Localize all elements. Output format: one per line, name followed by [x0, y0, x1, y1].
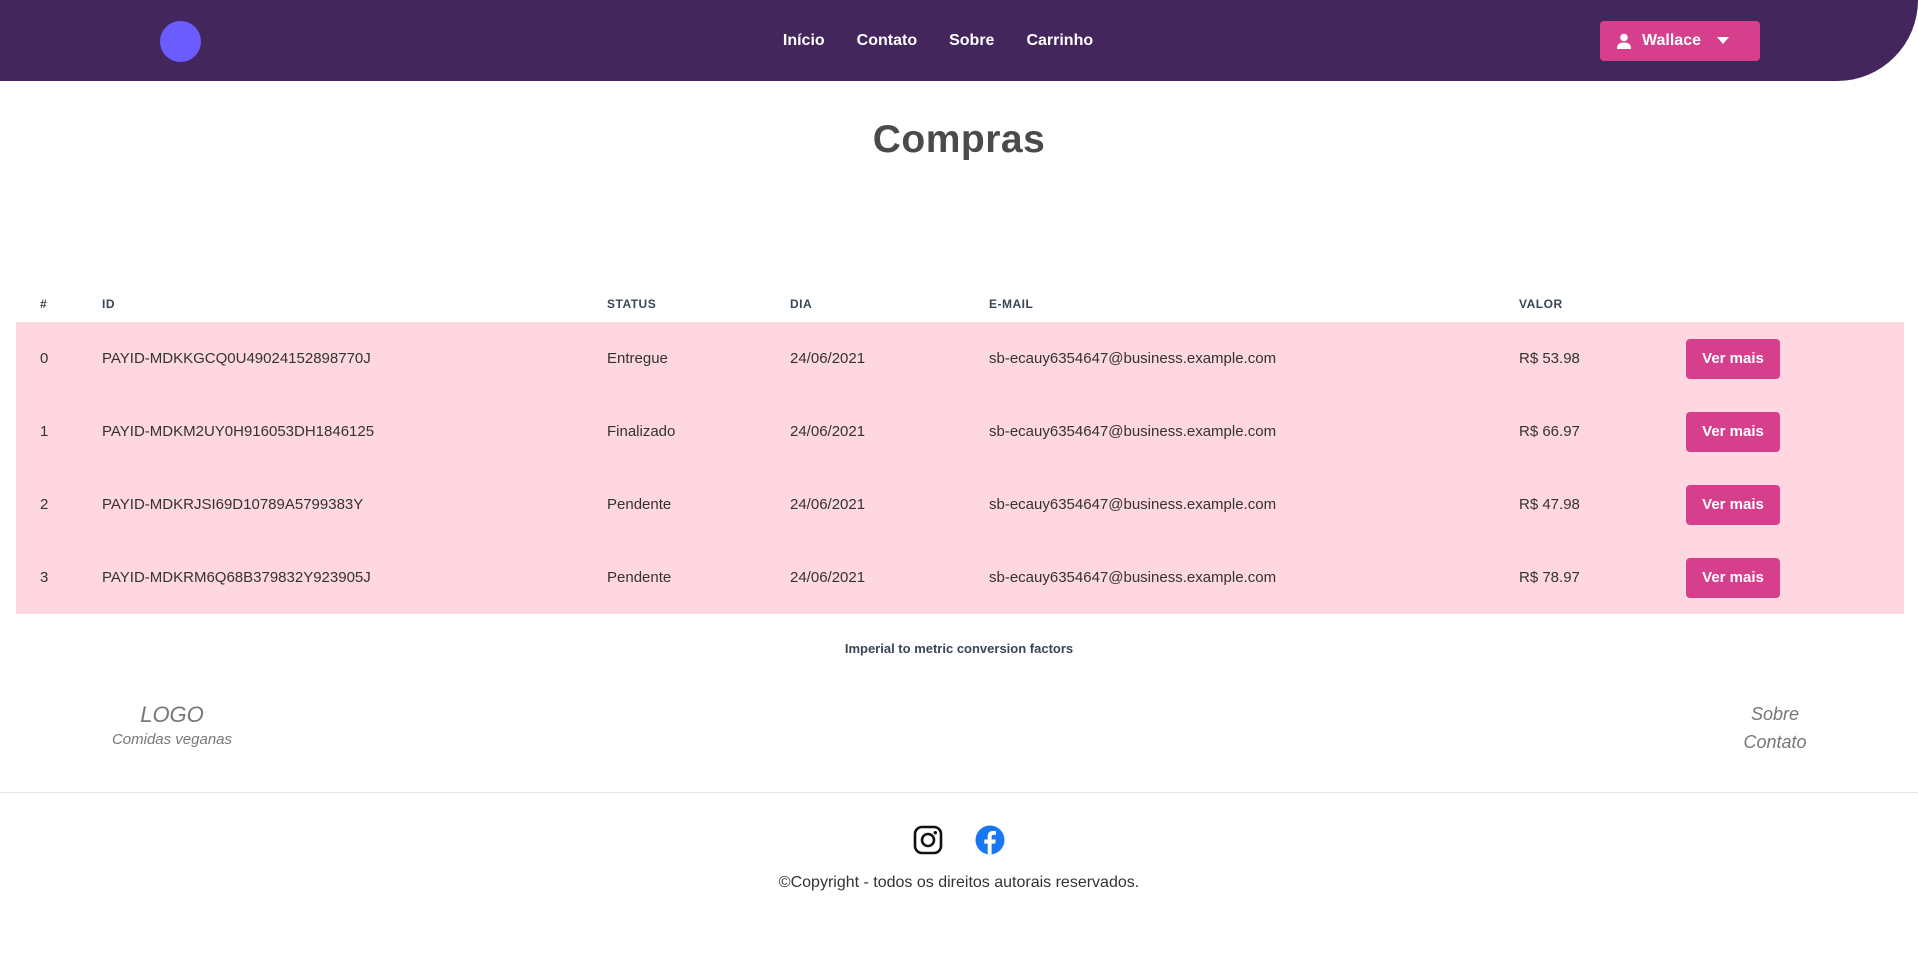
instagram-icon[interactable] — [913, 825, 943, 855]
cell-id: PAYID-MDKRM6Q68B379832Y923905J — [102, 569, 371, 586]
chevron-down-icon — [1717, 37, 1729, 45]
table-header-row: # ID STATUS DIA E-MAIL VALOR — [16, 286, 1904, 322]
table-row: 0 PAYID-MDKKGCQ0U49024152898770J Entregu… — [16, 322, 1904, 395]
cell-email: sb-ecauy6354647@business.example.com — [989, 350, 1277, 367]
ver-mais-button[interactable]: Ver mais — [1686, 411, 1780, 452]
cell-email: sb-ecauy6354647@business.example.com — [989, 423, 1277, 440]
cell-dia: 24/06/2021 — [790, 569, 866, 586]
copyright-text: ©Copyright - todos os direitos autorais … — [778, 874, 1140, 891]
cell-action: Ver mais — [1686, 322, 1904, 395]
cell-valor: R$ 78.97 — [1519, 569, 1580, 586]
column-header-id: ID — [102, 297, 115, 311]
footer-tagline: Comidas veganas — [111, 731, 233, 748]
column-header-valor: VALOR — [1519, 297, 1563, 311]
column-header-action — [1686, 286, 1904, 322]
facebook-icon[interactable] — [975, 825, 1005, 855]
cell-valor: R$ 47.98 — [1519, 496, 1580, 513]
footer-divider — [0, 792, 1918, 793]
column-header-status: STATUS — [607, 297, 657, 311]
cell-id: PAYID-MDKRJSI69D10789A5799383Y — [102, 496, 364, 513]
footer-brand: LOGO Comidas veganas — [92, 702, 252, 748]
cell-dia: 24/06/2021 — [790, 350, 866, 367]
table-row: 2 PAYID-MDKRJSI69D10789A5799383Y Pendent… — [16, 468, 1904, 541]
site-header: Início Contato Sobre Carrinho Wallace — [0, 0, 1918, 81]
cell-num: 3 — [40, 569, 49, 586]
footer-link-contato[interactable]: Contato — [1700, 728, 1850, 756]
cell-email: sb-ecauy6354647@business.example.com — [989, 496, 1277, 513]
user-icon — [1616, 33, 1632, 49]
column-header-num: # — [40, 297, 48, 311]
nav-link-carrinho[interactable]: Carrinho — [1026, 32, 1093, 50]
cell-action: Ver mais — [1686, 395, 1904, 468]
purchases-table: # ID STATUS DIA E-MAIL VALOR 0 PAYID-MDK… — [16, 286, 1904, 614]
cell-action: Ver mais — [1686, 541, 1904, 614]
nav-link-inicio[interactable]: Início — [783, 32, 825, 50]
table-row: 1 PAYID-MDKM2UY0H916053DH1846125 Finaliz… — [16, 395, 1904, 468]
cell-action: Ver mais — [1686, 468, 1904, 541]
column-header-dia: DIA — [790, 297, 813, 311]
ver-mais-button[interactable]: Ver mais — [1686, 484, 1780, 525]
nav-link-sobre[interactable]: Sobre — [949, 32, 994, 50]
cell-status: Finalizado — [607, 423, 676, 440]
table-row: 3 PAYID-MDKRM6Q68B379832Y923905J Pendent… — [16, 541, 1904, 614]
cell-id: PAYID-MDKKGCQ0U49024152898770J — [102, 350, 371, 367]
cell-status: Entregue — [607, 350, 668, 367]
cell-valor: R$ 53.98 — [1519, 350, 1580, 367]
cell-email: sb-ecauy6354647@business.example.com — [989, 569, 1277, 586]
nav-link-contato[interactable]: Contato — [857, 32, 917, 50]
cell-valor: R$ 66.97 — [1519, 423, 1580, 440]
user-name: Wallace — [1642, 32, 1701, 49]
social-links — [0, 825, 1918, 855]
table-caption: Imperial to metric conversion factors — [844, 641, 1074, 656]
page-title: Compras — [872, 118, 1046, 161]
cell-status: Pendente — [607, 496, 672, 513]
footer-links: Sobre Contato — [1700, 700, 1850, 756]
ver-mais-button[interactable]: Ver mais — [1686, 557, 1780, 598]
footer-logo[interactable]: LOGO — [92, 702, 252, 728]
cell-id: PAYID-MDKM2UY0H916053DH1846125 — [102, 423, 375, 440]
cell-num: 1 — [40, 423, 49, 440]
cell-status: Pendente — [607, 569, 672, 586]
cell-dia: 24/06/2021 — [790, 496, 866, 513]
footer-link-sobre[interactable]: Sobre — [1700, 700, 1850, 728]
column-header-email: E-MAIL — [989, 297, 1034, 311]
ver-mais-button[interactable]: Ver mais — [1686, 338, 1780, 379]
user-dropdown-button[interactable]: Wallace — [1600, 21, 1760, 61]
cell-dia: 24/06/2021 — [790, 423, 866, 440]
cell-num: 0 — [40, 350, 49, 367]
cell-num: 2 — [40, 496, 49, 513]
